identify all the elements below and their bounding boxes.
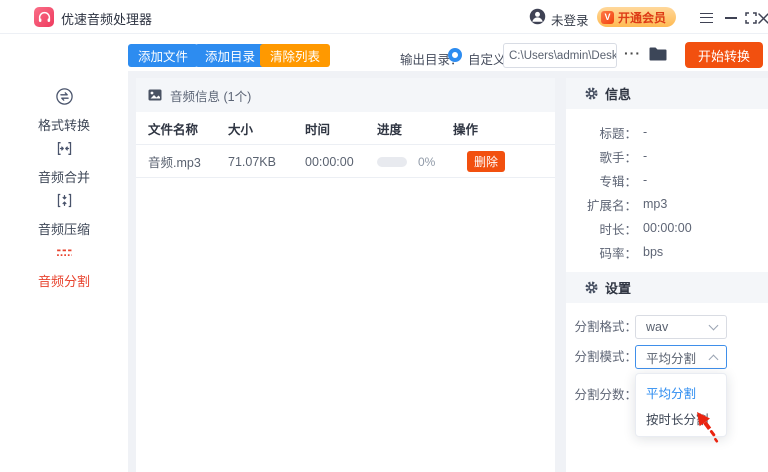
split-mode-label: 分割模式： bbox=[574, 350, 637, 364]
info-row-duration: 时长： 00:00:00 bbox=[599, 221, 692, 237]
table-header-row: 文件名称 大小 时间 进度 操作 bbox=[136, 112, 555, 145]
col-filename: 文件名称 bbox=[148, 123, 199, 137]
sidebar-item-label: 音频分割 bbox=[37, 274, 90, 289]
sidebar-item-label: 音频压缩 bbox=[37, 222, 90, 237]
info-row-title: 标题： - bbox=[599, 125, 648, 141]
sidebar-item-label: 格式转换 bbox=[37, 118, 90, 133]
info-field-list: 标题： - 歌手： - 专辑： - 扩展名： mp3 时长： 00:00:00 … bbox=[566, 120, 768, 264]
split-format-select[interactable]: wav bbox=[635, 315, 727, 339]
vip-button-label: 开通会员 bbox=[618, 10, 667, 25]
split-count-label: 分割分数： bbox=[574, 388, 637, 402]
info-row-artist: 歌手： - bbox=[599, 149, 648, 165]
progress-bar bbox=[377, 157, 407, 167]
dropdown-option-average-split[interactable]: 平均分割 bbox=[636, 379, 726, 405]
audio-compress-icon bbox=[57, 193, 71, 208]
file-size: 71.07KB bbox=[228, 154, 276, 169]
output-path-input[interactable]: C:\Users\admin\Deskto bbox=[503, 43, 617, 68]
clear-list-button[interactable]: 清除列表 bbox=[260, 44, 331, 67]
table-row: 音频.mp3 71.07KB 00:00:00 0% 删除 bbox=[136, 145, 555, 178]
gear-icon bbox=[585, 281, 598, 294]
info-panel-title: 信息 bbox=[605, 87, 632, 102]
custom-dir-radio-label: 自定义 bbox=[468, 53, 506, 67]
info-row-bitrate: 码率： bps bbox=[599, 245, 664, 261]
file-list-header: 音频信息 (1个) bbox=[136, 78, 555, 112]
settings-panel-header: 设置 bbox=[566, 272, 768, 303]
start-convert-button[interactable]: 开始转换 bbox=[685, 42, 763, 68]
close-icon[interactable] bbox=[755, 10, 768, 26]
open-folder-icon[interactable] bbox=[648, 46, 668, 65]
progress-percent: 0% bbox=[418, 154, 436, 169]
settings-panel-title: 设置 bbox=[605, 281, 632, 296]
file-list-card: 音频信息 (1个) 文件名称 大小 时间 进度 操作 音频.mp3 71.07K… bbox=[136, 78, 555, 472]
add-directory-button[interactable]: 添加目录 bbox=[195, 44, 266, 67]
col-progress: 进度 bbox=[377, 123, 403, 137]
split-format-label: 分割格式： bbox=[574, 320, 637, 334]
browse-more-button[interactable]: ··· bbox=[624, 45, 641, 61]
delete-button[interactable]: 删除 bbox=[467, 151, 505, 172]
open-vip-button[interactable]: V 开通会员 bbox=[597, 7, 677, 27]
file-name: 音频.mp3 bbox=[148, 156, 201, 170]
file-list-title: 音频信息 (1个) bbox=[170, 89, 252, 104]
gear-icon bbox=[585, 87, 598, 100]
title-bar: 优速音频处理器 未登录 V 开通会员 bbox=[0, 0, 768, 34]
file-time: 00:00:00 bbox=[305, 154, 354, 169]
sidebar-item-format-convert[interactable]: 格式转换 bbox=[0, 87, 128, 134]
chevron-down-icon bbox=[708, 320, 719, 331]
split-mode-select[interactable]: 平均分割 bbox=[635, 345, 727, 369]
format-convert-icon bbox=[55, 88, 73, 105]
user-avatar-icon[interactable] bbox=[529, 8, 546, 28]
vip-badge-icon: V bbox=[601, 10, 614, 24]
info-row-album: 专辑： - bbox=[599, 173, 648, 189]
right-panel: 信息 标题： - 歌手： - 专辑： - 扩展名： mp3 时长： 00:00:… bbox=[566, 78, 768, 472]
menu-icon[interactable] bbox=[698, 10, 714, 26]
sidebar-item-audio-split[interactable]: 音频分割 bbox=[0, 243, 128, 290]
sidebar-item-audio-merge[interactable]: 音频合并 bbox=[0, 139, 128, 186]
info-row-extension: 扩展名： mp3 bbox=[586, 197, 668, 213]
info-panel-header: 信息 bbox=[566, 78, 768, 109]
col-action: 操作 bbox=[453, 123, 479, 137]
sidebar-item-label: 音频合并 bbox=[37, 170, 90, 185]
audio-split-icon bbox=[56, 249, 72, 257]
login-status[interactable]: 未登录 bbox=[551, 10, 589, 29]
col-time: 时间 bbox=[305, 123, 331, 137]
cursor-arrow-icon bbox=[697, 412, 719, 443]
col-size: 大小 bbox=[228, 123, 254, 137]
sidebar-nav: 格式转换 音频合并 音频压缩 音频分割 bbox=[0, 34, 128, 472]
sidebar-item-audio-compress[interactable]: 音频压缩 bbox=[0, 191, 128, 238]
app-title: 优速音频处理器 bbox=[61, 12, 153, 27]
audio-merge-icon bbox=[57, 142, 71, 155]
media-info-icon bbox=[148, 89, 162, 101]
minimize-icon[interactable] bbox=[723, 10, 739, 26]
add-file-button[interactable]: 添加文件 bbox=[128, 44, 199, 67]
custom-dir-radio[interactable] bbox=[448, 48, 462, 62]
app-logo-icon bbox=[34, 7, 54, 27]
chevron-up-icon bbox=[708, 354, 719, 365]
